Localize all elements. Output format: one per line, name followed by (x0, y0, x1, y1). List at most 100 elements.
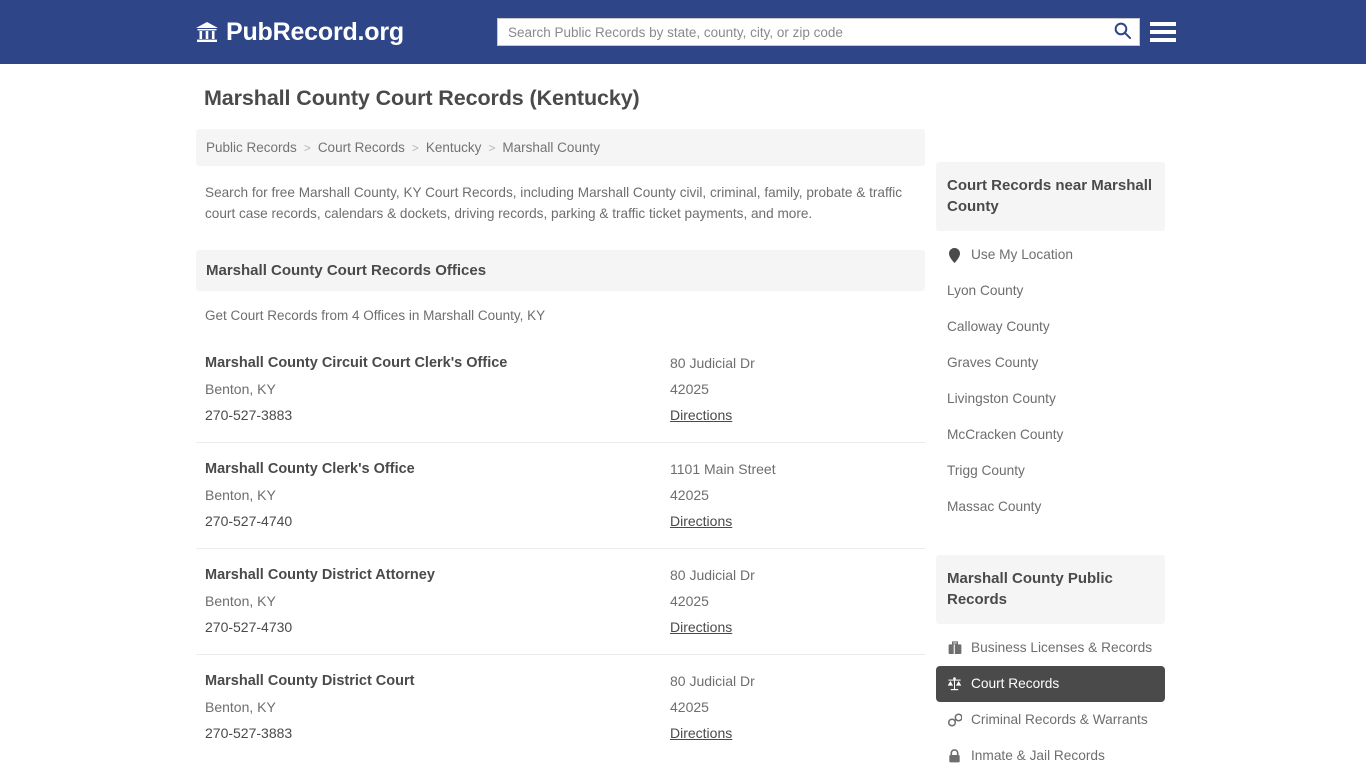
office-city-state: Benton, KY (205, 593, 276, 609)
office-city-state: Benton, KY (205, 699, 276, 715)
office-zip: 42025 (670, 487, 709, 503)
logo-text: PubRecord.org (226, 17, 404, 46)
sidebar-item-label: Criminal Records & Warrants (971, 712, 1148, 727)
sidebar: Court Records near Marshall County Use M… (936, 162, 1165, 768)
public-records-panel-title: Marshall County Public Records (936, 555, 1165, 624)
office-left-col: Marshall County Circuit Court Clerk's Of… (205, 350, 670, 428)
breadcrumb-item-court-records[interactable]: Court Records (318, 140, 405, 155)
search-icon (1113, 21, 1132, 43)
sidebar-item-label: McCracken County (947, 427, 1064, 442)
sidebar-item-label: Livingston County (947, 391, 1056, 406)
office-phone[interactable]: 270-527-3883 (205, 402, 670, 428)
sidebar-item-graves-county[interactable]: Graves County (936, 345, 1165, 381)
sidebar-item-label: Inmate & Jail Records (971, 748, 1105, 763)
office-street: 80 Judicial Dr (670, 673, 755, 689)
site-logo[interactable]: PubRecord.org (195, 18, 404, 47)
page-root: PubRecord.org Marshall County Court R (0, 0, 1366, 768)
page-title: Marshall County Court Records (Kentucky) (204, 86, 640, 110)
office-row: Marshall County Circuit Court Clerk's Of… (196, 337, 925, 442)
office-phone[interactable]: 270-527-4740 (205, 508, 670, 534)
sidebar-item-criminal-records[interactable]: Criminal Records & Warrants (936, 702, 1165, 738)
office-right-col: 1101 Main Street 42025 Directions (670, 456, 916, 534)
office-street: 1101 Main Street (670, 461, 776, 477)
sidebar-item-lyon-county[interactable]: Lyon County (936, 273, 1165, 309)
main-column: Marshall County Court Records (Kentucky)… (196, 86, 925, 768)
search-bar[interactable] (497, 18, 1140, 46)
sidebar-item-label: Lyon County (947, 283, 1024, 298)
padlock-icon (947, 749, 962, 764)
office-zip: 42025 (670, 381, 709, 397)
office-left-col: Marshall County District Court Benton, K… (205, 668, 670, 746)
hamburger-bar (1150, 38, 1176, 42)
sidebar-item-label: Court Records (971, 676, 1060, 691)
directions-link[interactable]: Directions (670, 402, 732, 428)
sidebar-item-massac-county[interactable]: Massac County (936, 489, 1165, 525)
scales-of-justice-icon (947, 677, 962, 692)
search-input[interactable] (498, 19, 1105, 45)
nearby-panel: Court Records near Marshall County Use M… (936, 162, 1165, 525)
office-left-col: Marshall County Clerk's Office Benton, K… (205, 456, 670, 534)
breadcrumb-item-public-records[interactable]: Public Records (206, 140, 297, 155)
sidebar-item-label: Graves County (947, 355, 1039, 370)
content-area: Marshall County Court Records (Kentucky)… (0, 64, 1366, 763)
site-header: PubRecord.org (0, 0, 1366, 64)
offices-section-subtitle: Get Court Records from 4 Offices in Mars… (205, 308, 546, 323)
office-street: 80 Judicial Dr (670, 355, 755, 371)
breadcrumb-separator-icon: > (411, 140, 419, 155)
hamburger-bar (1150, 22, 1176, 26)
office-right-col: 80 Judicial Dr 42025 Directions (670, 562, 916, 640)
sidebar-item-label: Business Licenses & Records (971, 640, 1153, 655)
hamburger-menu-icon[interactable] (1150, 19, 1176, 45)
handcuffs-icon (947, 713, 962, 728)
office-phone[interactable]: 270-527-3883 (205, 720, 670, 746)
office-name[interactable]: Marshall County Circuit Court Clerk's Of… (205, 350, 670, 376)
nearby-panel-title: Court Records near Marshall County (936, 162, 1165, 231)
panel-spacer (936, 529, 1165, 555)
office-name[interactable]: Marshall County District Attorney (205, 562, 670, 588)
sidebar-item-label: Massac County (947, 499, 1042, 514)
office-zip: 42025 (670, 593, 709, 609)
office-phone[interactable]: 270-527-4730 (205, 614, 670, 640)
briefcase-icon (947, 641, 962, 656)
breadcrumb-item-marshall-county[interactable]: Marshall County (502, 140, 600, 155)
sidebar-item-court-records[interactable]: Court Records (936, 666, 1165, 702)
offices-section-header: Marshall County Court Records Offices (196, 250, 925, 291)
breadcrumb: Public Records > Court Records > Kentuck… (196, 129, 925, 166)
office-row: Marshall County District Court Benton, K… (196, 654, 925, 760)
sidebar-item-mccracken-county[interactable]: McCracken County (936, 417, 1165, 453)
office-name[interactable]: Marshall County Clerk's Office (205, 456, 670, 482)
sidebar-item-use-my-location[interactable]: Use My Location (936, 237, 1165, 273)
sidebar-item-label: Use My Location (971, 247, 1073, 262)
directions-link[interactable]: Directions (670, 720, 732, 746)
office-name[interactable]: Marshall County District Court (205, 668, 670, 694)
office-city-state: Benton, KY (205, 487, 276, 503)
intro-text: Search for free Marshall County, KY Cour… (205, 185, 903, 221)
office-street: 80 Judicial Dr (670, 567, 755, 583)
office-right-col: 80 Judicial Dr 42025 Directions (670, 350, 916, 428)
bank-building-icon (195, 20, 219, 44)
office-row: Marshall County Clerk's Office Benton, K… (196, 442, 925, 548)
sidebar-item-label: Trigg County (947, 463, 1025, 478)
search-button[interactable] (1105, 19, 1139, 45)
breadcrumb-separator-icon: > (488, 140, 496, 155)
office-zip: 42025 (670, 699, 709, 715)
sidebar-item-label: Calloway County (947, 319, 1050, 334)
offices-list: Marshall County Circuit Court Clerk's Of… (196, 337, 925, 760)
office-right-col: 80 Judicial Dr 42025 Directions (670, 668, 916, 746)
public-records-panel: Marshall County Public Records Business … (936, 555, 1165, 768)
directions-link[interactable]: Directions (670, 614, 732, 640)
map-pin-icon (947, 247, 962, 263)
office-left-col: Marshall County District Attorney Benton… (205, 562, 670, 640)
office-row: Marshall County District Attorney Benton… (196, 548, 925, 654)
directions-link[interactable]: Directions (670, 508, 732, 534)
sidebar-item-livingston-county[interactable]: Livingston County (936, 381, 1165, 417)
sidebar-item-trigg-county[interactable]: Trigg County (936, 453, 1165, 489)
nearby-list: Use My Location Lyon County Calloway Cou… (936, 237, 1165, 525)
hamburger-bar (1150, 30, 1176, 34)
sidebar-item-calloway-county[interactable]: Calloway County (936, 309, 1165, 345)
breadcrumb-item-kentucky[interactable]: Kentucky (426, 140, 482, 155)
breadcrumb-separator-icon: > (303, 140, 311, 155)
sidebar-item-business-licenses[interactable]: Business Licenses & Records (936, 630, 1165, 666)
sidebar-item-inmate-jail-records[interactable]: Inmate & Jail Records (936, 738, 1165, 768)
public-records-list: Business Licenses & Records Court Record… (936, 630, 1165, 768)
